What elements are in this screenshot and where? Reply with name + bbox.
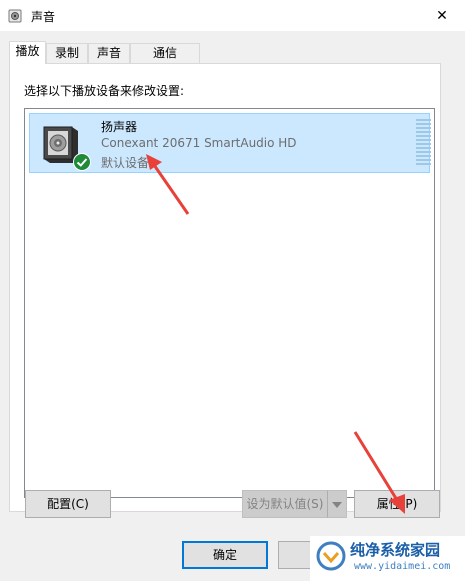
tab-communications[interactable]: 通信: [130, 43, 200, 63]
watermark: 纯净系统家园 www.yidaimei.com: [310, 536, 465, 581]
tab-sounds[interactable]: 声音: [88, 43, 130, 63]
close-icon: ✕: [436, 7, 448, 24]
check-icon: [73, 153, 91, 171]
window-title: 声音: [31, 10, 56, 24]
watermark-title: 纯净系统家园: [350, 541, 441, 559]
ok-button[interactable]: 确定: [182, 541, 268, 569]
title-bar: 声音 ✕: [0, 0, 465, 31]
close-button[interactable]: ✕: [419, 0, 465, 31]
tab-playback[interactable]: 播放: [9, 41, 46, 64]
annotation-arrow-device: [146, 154, 190, 215]
set-default-button[interactable]: 设为默认值(S): [242, 490, 328, 518]
watermark-logo-icon: [316, 541, 346, 571]
device-description: Conexant 20671 SmartAudio HD: [101, 136, 297, 150]
watermark-url: www.yidaimei.com: [354, 561, 451, 572]
tab-recording[interactable]: 录制: [46, 43, 88, 63]
annotation-arrow-properties: [353, 431, 405, 514]
volume-meter: [416, 119, 431, 167]
device-item-speaker[interactable]: 扬声器 Conexant 20671 SmartAudio HD 默认设备: [29, 113, 431, 173]
device-name: 扬声器: [101, 120, 138, 134]
set-default-dropdown[interactable]: [327, 490, 347, 518]
configure-button[interactable]: 配置(C): [25, 490, 111, 518]
chevron-down-icon: [332, 502, 342, 508]
instruction-text: 选择以下播放设备来修改设置:: [24, 84, 185, 98]
speaker-icon: [8, 9, 22, 23]
